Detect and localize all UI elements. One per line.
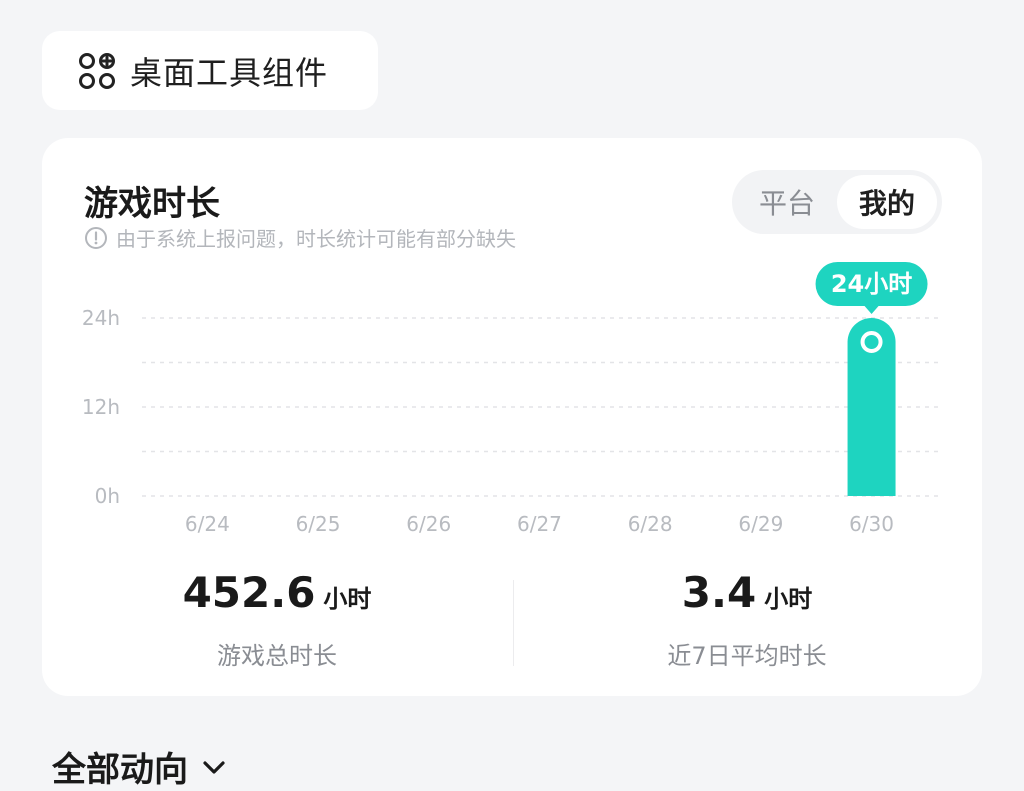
info-icon bbox=[85, 226, 107, 249]
y-tick-label: 12h bbox=[82, 395, 120, 419]
y-tick-label: 24h bbox=[82, 306, 120, 330]
notice-text: 由于系统上报问题，时长统计可能有部分缺失 bbox=[116, 227, 516, 251]
x-tick-label: 6/29 bbox=[738, 512, 783, 536]
toggle-option-mine[interactable]: 我的 bbox=[837, 175, 937, 229]
tooltip-pointer bbox=[864, 306, 879, 314]
toggle-option-platform[interactable]: 平台 bbox=[737, 175, 837, 229]
x-tick-label: 6/25 bbox=[296, 512, 341, 536]
x-tick-label: 6/30 bbox=[849, 512, 894, 536]
stat-average-unit: 小时 bbox=[764, 585, 813, 613]
stat-total-unit: 小时 bbox=[323, 585, 372, 613]
x-tick-label: 6/28 bbox=[628, 512, 673, 536]
stat-total-value: 452.6 bbox=[182, 568, 316, 617]
stat-total-caption: 游戏总时长 bbox=[217, 642, 337, 670]
bar bbox=[847, 318, 896, 496]
x-tick-label: 6/24 bbox=[185, 512, 230, 536]
stat-total: 452.6 小时 游戏总时长 bbox=[42, 568, 512, 671]
desktop-widget-button[interactable]: 桌面工具组件 bbox=[42, 31, 378, 110]
x-tick-label: 6/27 bbox=[517, 512, 562, 536]
stat-average-value: 3.4 bbox=[681, 568, 757, 617]
card-title: 游戏时长 bbox=[84, 184, 220, 224]
y-tick-label: 0h bbox=[95, 484, 120, 508]
play-time-chart: 0h 12h 24h 6/24 6/25 6/26 6/27 6/28 6/29 6/30 24小时 bbox=[82, 262, 940, 536]
stats-row: 452.6 小时 游戏总时长 3.4 小时 近7日平均时长 bbox=[42, 568, 982, 678]
chevron-down-icon bbox=[203, 760, 225, 774]
grid-add-icon bbox=[79, 52, 115, 89]
x-tick-label: 6/26 bbox=[406, 512, 451, 536]
tooltip-label: 24小时 bbox=[831, 270, 912, 298]
feed-filter-dropdown[interactable]: 全部动向 bbox=[52, 742, 228, 791]
data-notice: 由于系统上报问题，时长统计可能有部分缺失 bbox=[84, 223, 516, 252]
play-time-card: 游戏时长 由于系统上报问题，时长统计可能有部分缺失 平台 我的 0h 12h 24h… bbox=[42, 138, 982, 696]
scope-toggle[interactable]: 平台 我的 bbox=[732, 170, 942, 234]
feed-title: 全部动向 bbox=[52, 750, 188, 790]
desktop-widget-label: 桌面工具组件 bbox=[130, 53, 329, 92]
stat-average-caption: 近7日平均时长 bbox=[667, 642, 827, 670]
stat-average: 3.4 小时 近7日平均时长 bbox=[512, 568, 982, 671]
